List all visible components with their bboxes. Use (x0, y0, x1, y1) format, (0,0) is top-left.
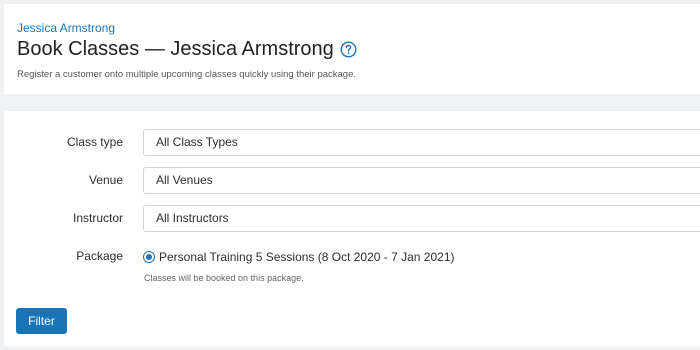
package-radio[interactable] (143, 250, 155, 263)
class-type-row: Class type All Class Types (4, 129, 700, 156)
package-label: Package (76, 249, 123, 263)
venue-label: Venue (88, 173, 123, 187)
class-type-label: Class type (66, 135, 123, 149)
question-circle-icon[interactable] (340, 41, 357, 58)
page-title: Book Classes — Jessica Armstrong (17, 38, 357, 61)
class-type-select[interactable]: All Class Types (143, 129, 700, 156)
instructor-select[interactable]: All Instructors (143, 205, 700, 232)
venue-select[interactable]: All Venues (143, 167, 700, 194)
page-title-text: Book Classes — Jessica Armstrong (17, 38, 334, 60)
package-row: Package Personal Training 5 Sessions (8 … (4, 243, 700, 270)
package-option-label: Personal Training 5 Sessions (8 Oct 2020… (159, 249, 455, 264)
package-help-text: Classes will be booked on this package. (144, 273, 304, 283)
instructor-label: Instructor (72, 211, 123, 225)
page-subtitle: Register a customer onto multiple upcomi… (17, 69, 356, 80)
breadcrumb-customer-link[interactable]: Jessica Armstrong (17, 21, 115, 35)
instructor-row: Instructor All Instructors (4, 205, 700, 232)
package-radio-option[interactable]: Personal Training 5 Sessions (8 Oct 2020… (143, 243, 455, 270)
venue-row: Venue All Venues (4, 167, 700, 194)
filter-button[interactable]: Filter (16, 308, 67, 334)
booking-filter-form: Class type All Class Types Venue All Ven… (4, 111, 700, 346)
page-header: Jessica Armstrong Book Classes — Jessica… (4, 4, 700, 94)
